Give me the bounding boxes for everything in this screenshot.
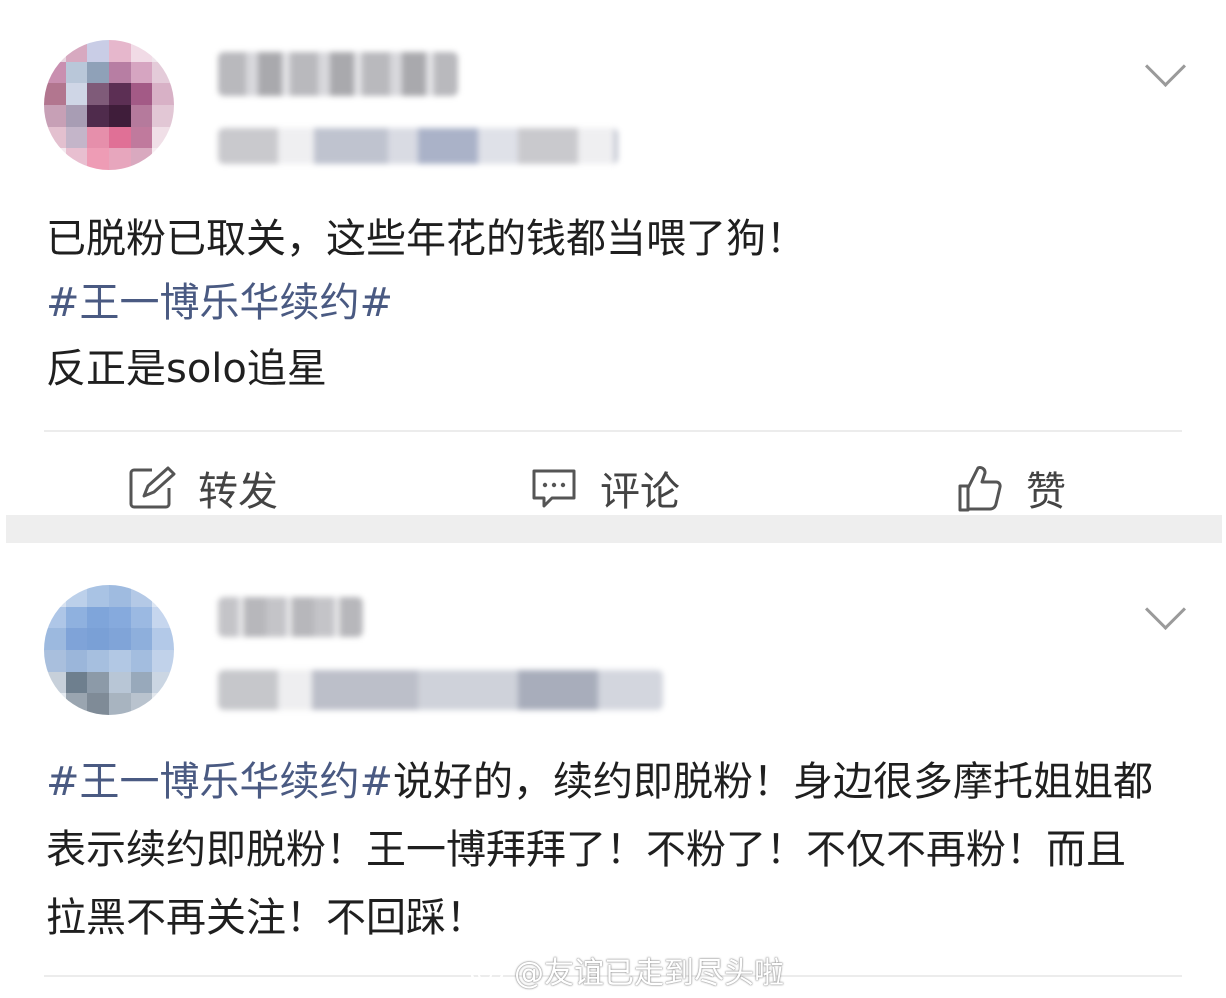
comment-label: 评论 <box>600 469 680 515</box>
repost-label: 转发 <box>198 469 278 515</box>
feed-separator <box>6 515 1222 543</box>
post-meta-blurred <box>218 128 618 164</box>
post-meta-blurred <box>218 670 663 710</box>
watermark-text: @友谊已走到尽头啦 <box>514 956 784 991</box>
avatar[interactable] <box>44 585 174 715</box>
like-label: 赞 <box>1026 469 1066 515</box>
post-card-1: 已脱粉已取关，这些年花的钱都当喂了狗！ #王一博乐华续约# 反正是solo追星 … <box>0 0 1226 515</box>
watermark: @友谊已走到尽头啦 <box>470 950 784 991</box>
post-text-line: 已脱粉已取关，这些年花的钱都当喂了狗！ <box>46 216 806 262</box>
thumbs-up-icon <box>958 466 1002 512</box>
divider <box>44 430 1182 432</box>
username-blurred <box>218 597 363 637</box>
username-blurred <box>218 52 458 96</box>
post-card-2: #王一博乐华续约#说好的，续约即脱粉！身边很多摩托姐姐都表示续约即脱粉！王一博拜… <box>0 545 1226 998</box>
repost-button[interactable]: 转发 <box>128 458 278 518</box>
chevron-down-icon[interactable] <box>1144 588 1187 631</box>
topic-link[interactable]: #王一博乐华续约# <box>46 759 393 805</box>
topic-link[interactable]: #王一博乐华续约# <box>46 270 1166 336</box>
comment-button[interactable]: 评论 <box>530 458 680 518</box>
avatar[interactable] <box>44 40 174 170</box>
post-text-line: 反正是solo追星 <box>46 346 327 392</box>
comment-icon <box>532 469 576 508</box>
like-button[interactable]: 赞 <box>956 458 1066 518</box>
weibo-logo-icon <box>470 958 508 986</box>
repost-icon <box>129 466 176 509</box>
chevron-down-icon[interactable] <box>1144 45 1187 88</box>
post-text: #王一博乐华续约#说好的，续约即脱粉！身边很多摩托姐姐都表示续约即脱粉！王一博拜… <box>46 748 1156 952</box>
